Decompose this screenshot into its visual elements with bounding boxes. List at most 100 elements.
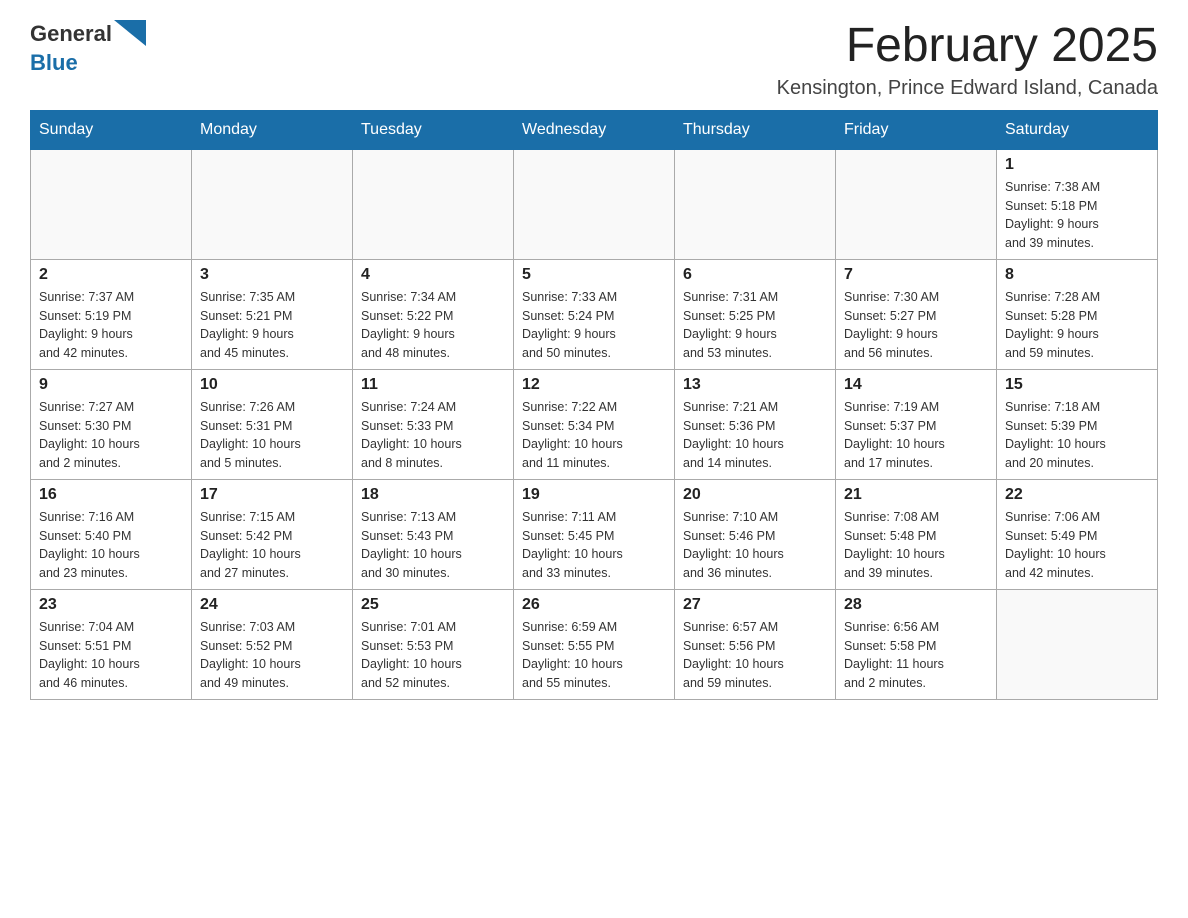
- day-number: 25: [361, 596, 505, 614]
- calendar-cell: 8 Sunrise: 7:28 AM Sunset: 5:28 PM Daylig…: [997, 259, 1158, 369]
- day-of-week-header: Friday: [836, 110, 997, 149]
- day-info: Sunrise: 7:34 AM Sunset: 5:22 PM Dayligh…: [361, 288, 505, 363]
- day-info: Sunrise: 6:57 AM Sunset: 5:56 PM Dayligh…: [683, 618, 827, 693]
- calendar-cell: 1 Sunrise: 7:38 AM Sunset: 5:18 PM Daylig…: [997, 149, 1158, 259]
- logo-general-text: General: [30, 21, 112, 47]
- calendar-cell: 19 Sunrise: 7:11 AM Sunset: 5:45 PM Dayli…: [514, 479, 675, 589]
- calendar-cell: 11Sunrise: 7:24 AM Sunset: 5:33 PM Dayli…: [353, 369, 514, 479]
- day-number: 22: [1005, 486, 1149, 504]
- day-info: Sunrise: 7:24 AM Sunset: 5:33 PM Dayligh…: [361, 398, 505, 473]
- day-number: 8: [1005, 266, 1149, 284]
- day-info: Sunrise: 7:27 AM Sunset: 5:30 PM Dayligh…: [39, 398, 183, 473]
- calendar-cell: [192, 149, 353, 259]
- day-number: 19: [522, 486, 666, 504]
- day-info: Sunrise: 6:59 AM Sunset: 5:55 PM Dayligh…: [522, 618, 666, 693]
- day-number: 2: [39, 266, 183, 284]
- day-number: 4: [361, 266, 505, 284]
- day-info: Sunrise: 7:35 AM Sunset: 5:21 PM Dayligh…: [200, 288, 344, 363]
- logo-icon-area: [114, 20, 146, 46]
- calendar-cell: 2Sunrise: 7:37 AM Sunset: 5:19 PM Daylig…: [31, 259, 192, 369]
- calendar-cell: 21 Sunrise: 7:08 AM Sunset: 5:48 PM Dayli…: [836, 479, 997, 589]
- month-title: February 2025: [777, 20, 1158, 73]
- day-info: Sunrise: 7:38 AM Sunset: 5:18 PM Dayligh…: [1005, 178, 1149, 253]
- title-section: February 2025 Kensington, Prince Edward …: [777, 20, 1158, 100]
- calendar-week-row: 23Sunrise: 7:04 AM Sunset: 5:51 PM Dayli…: [31, 589, 1158, 699]
- calendar-cell: 17 Sunrise: 7:15 AM Sunset: 5:42 PM Dayli…: [192, 479, 353, 589]
- day-number: 18: [361, 486, 505, 504]
- day-number: 17: [200, 486, 344, 504]
- day-number: 14: [844, 376, 988, 394]
- day-info: Sunrise: 7:33 AM Sunset: 5:24 PM Dayligh…: [522, 288, 666, 363]
- calendar-cell: 16 Sunrise: 7:16 AM Sunset: 5:40 PM Dayli…: [31, 479, 192, 589]
- day-info: Sunrise: 7:06 AM Sunset: 5:49 PM Dayligh…: [1005, 508, 1149, 583]
- day-of-week-header: Saturday: [997, 110, 1158, 149]
- day-number: 26: [522, 596, 666, 614]
- day-number: 5: [522, 266, 666, 284]
- day-info: Sunrise: 7:30 AM Sunset: 5:27 PM Dayligh…: [844, 288, 988, 363]
- day-number: 9: [39, 376, 183, 394]
- day-info: Sunrise: 7:16 AM Sunset: 5:40 PM Dayligh…: [39, 508, 183, 583]
- calendar-cell: [836, 149, 997, 259]
- day-number: 3: [200, 266, 344, 284]
- day-info: Sunrise: 7:15 AM Sunset: 5:42 PM Dayligh…: [200, 508, 344, 583]
- calendar-cell: 12Sunrise: 7:22 AM Sunset: 5:34 PM Dayli…: [514, 369, 675, 479]
- day-of-week-header: Monday: [192, 110, 353, 149]
- calendar-week-row: 16 Sunrise: 7:16 AM Sunset: 5:40 PM Dayli…: [31, 479, 1158, 589]
- day-of-week-header: Thursday: [675, 110, 836, 149]
- day-number: 7: [844, 266, 988, 284]
- calendar-cell: 22 Sunrise: 7:06 AM Sunset: 5:49 PM Dayli…: [997, 479, 1158, 589]
- day-info: Sunrise: 7:11 AM Sunset: 5:45 PM Dayligh…: [522, 508, 666, 583]
- day-number: 21: [844, 486, 988, 504]
- calendar-cell: 18 Sunrise: 7:13 AM Sunset: 5:43 PM Dayli…: [353, 479, 514, 589]
- logo-arrow-icon: [114, 20, 146, 46]
- calendar-cell: 7 Sunrise: 7:30 AM Sunset: 5:27 PM Daylig…: [836, 259, 997, 369]
- day-number: 28: [844, 596, 988, 614]
- calendar-cell: 5 Sunrise: 7:33 AM Sunset: 5:24 PM Daylig…: [514, 259, 675, 369]
- calendar-table: SundayMondayTuesdayWednesdayThursdayFrid…: [30, 110, 1158, 700]
- day-of-week-header: Tuesday: [353, 110, 514, 149]
- day-info: Sunrise: 7:21 AM Sunset: 5:36 PM Dayligh…: [683, 398, 827, 473]
- logo: General Blue: [30, 20, 146, 76]
- calendar-cell: [997, 589, 1158, 699]
- calendar-cell: 4 Sunrise: 7:34 AM Sunset: 5:22 PM Daylig…: [353, 259, 514, 369]
- day-info: Sunrise: 7:01 AM Sunset: 5:53 PM Dayligh…: [361, 618, 505, 693]
- day-info: Sunrise: 7:31 AM Sunset: 5:25 PM Dayligh…: [683, 288, 827, 363]
- calendar-cell: 20 Sunrise: 7:10 AM Sunset: 5:46 PM Dayli…: [675, 479, 836, 589]
- day-number: 10: [200, 376, 344, 394]
- day-of-week-header: Sunday: [31, 110, 192, 149]
- calendar-cell: 15Sunrise: 7:18 AM Sunset: 5:39 PM Dayli…: [997, 369, 1158, 479]
- calendar-cell: [31, 149, 192, 259]
- calendar-cell: 14 Sunrise: 7:19 AM Sunset: 5:37 PM Dayli…: [836, 369, 997, 479]
- day-number: 13: [683, 376, 827, 394]
- day-info: Sunrise: 7:08 AM Sunset: 5:48 PM Dayligh…: [844, 508, 988, 583]
- calendar-cell: 28Sunrise: 6:56 AM Sunset: 5:58 PM Dayli…: [836, 589, 997, 699]
- calendar-header-row: SundayMondayTuesdayWednesdayThursdayFrid…: [31, 110, 1158, 149]
- day-number: 23: [39, 596, 183, 614]
- day-number: 1: [1005, 156, 1149, 174]
- day-number: 27: [683, 596, 827, 614]
- day-info: Sunrise: 7:10 AM Sunset: 5:46 PM Dayligh…: [683, 508, 827, 583]
- calendar-cell: 3 Sunrise: 7:35 AM Sunset: 5:21 PM Daylig…: [192, 259, 353, 369]
- calendar-week-row: 1 Sunrise: 7:38 AM Sunset: 5:18 PM Daylig…: [31, 149, 1158, 259]
- calendar-cell: 13 Sunrise: 7:21 AM Sunset: 5:36 PM Dayli…: [675, 369, 836, 479]
- day-number: 12: [522, 376, 666, 394]
- day-number: 6: [683, 266, 827, 284]
- calendar-week-row: 9 Sunrise: 7:27 AM Sunset: 5:30 PM Daylig…: [31, 369, 1158, 479]
- day-number: 20: [683, 486, 827, 504]
- day-info: Sunrise: 7:19 AM Sunset: 5:37 PM Dayligh…: [844, 398, 988, 473]
- calendar-cell: [514, 149, 675, 259]
- day-info: Sunrise: 7:13 AM Sunset: 5:43 PM Dayligh…: [361, 508, 505, 583]
- calendar-cell: [675, 149, 836, 259]
- day-info: Sunrise: 7:28 AM Sunset: 5:28 PM Dayligh…: [1005, 288, 1149, 363]
- day-number: 24: [200, 596, 344, 614]
- calendar-cell: 10Sunrise: 7:26 AM Sunset: 5:31 PM Dayli…: [192, 369, 353, 479]
- calendar-cell: 23Sunrise: 7:04 AM Sunset: 5:51 PM Dayli…: [31, 589, 192, 699]
- day-number: 16: [39, 486, 183, 504]
- day-of-week-header: Wednesday: [514, 110, 675, 149]
- calendar-cell: 24Sunrise: 7:03 AM Sunset: 5:52 PM Dayli…: [192, 589, 353, 699]
- calendar-cell: 27 Sunrise: 6:57 AM Sunset: 5:56 PM Dayli…: [675, 589, 836, 699]
- calendar-cell: [353, 149, 514, 259]
- logo-blue-text: Blue: [30, 50, 78, 76]
- day-number: 15: [1005, 376, 1149, 394]
- calendar-cell: 9 Sunrise: 7:27 AM Sunset: 5:30 PM Daylig…: [31, 369, 192, 479]
